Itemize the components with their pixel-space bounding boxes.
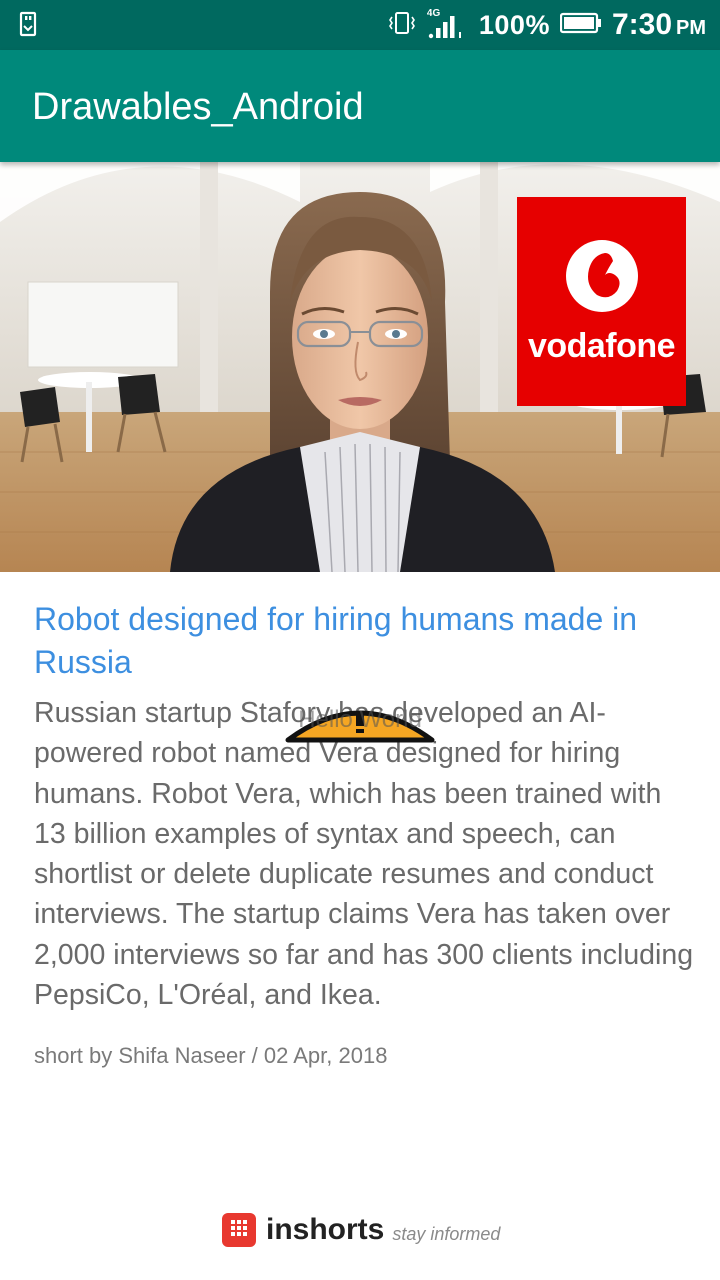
clock-ampm: PM <box>676 17 706 39</box>
inshorts-footer: inshorts stay informed <box>222 1210 500 1250</box>
vodafone-logo: vodafone <box>517 197 686 406</box>
inshorts-logo-icon <box>222 1213 256 1247</box>
hello-world-text: Hello World <box>298 706 422 733</box>
app-bar: Drawables_Android <box>0 50 720 162</box>
battery-percent: 100% <box>478 9 550 40</box>
status-bar: 4G 100% 7:30 PM <box>0 0 720 50</box>
hello-world-warning-drawable: Hello World <box>284 700 436 746</box>
inshorts-brand: inshorts <box>266 1213 385 1246</box>
clock-time: 7:30 <box>611 8 672 41</box>
vibrate-icon <box>387 10 417 41</box>
usb-debug-icon <box>16 11 42 39</box>
battery-icon <box>559 12 602 39</box>
article-headline[interactable]: Robot designed for hiring humans made in… <box>34 598 694 684</box>
article-byline: short by Shifa Naseer / 02 Apr, 2018 <box>34 1043 388 1068</box>
vodafone-speechmark-icon <box>566 240 638 312</box>
vodafone-logo-text: vodafone <box>527 327 676 365</box>
signal-4g-icon: 4G <box>427 8 469 40</box>
clock: 7:30 PM <box>612 8 706 42</box>
inshorts-tagline: stay informed <box>392 1223 501 1244</box>
app-title: Drawables_Android <box>32 86 364 128</box>
